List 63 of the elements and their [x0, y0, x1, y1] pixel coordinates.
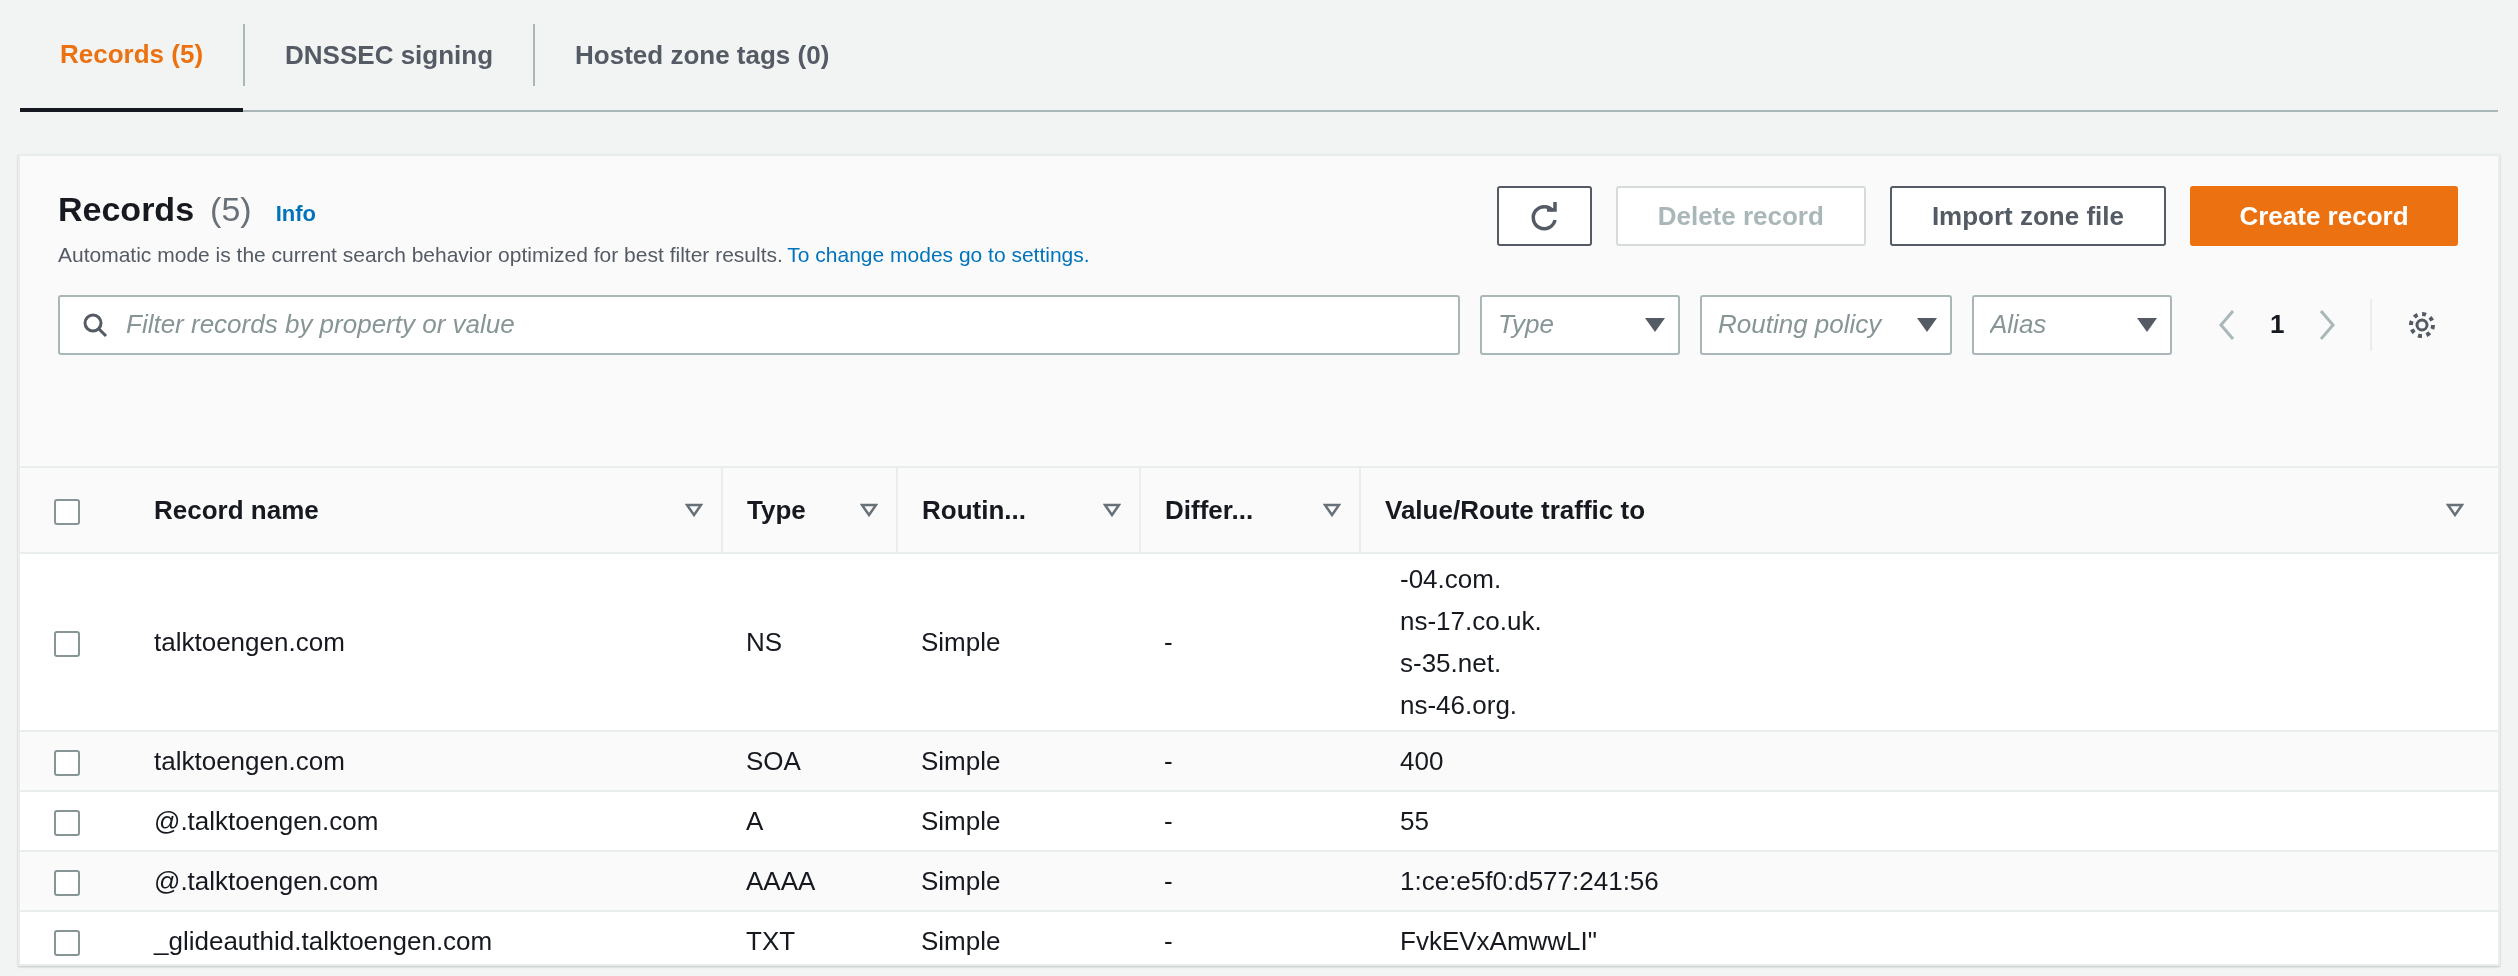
sort-icon[interactable]	[685, 503, 703, 517]
column-header[interactable]: Differ...	[1165, 490, 1254, 530]
caret-icon	[2136, 316, 2158, 333]
filter-dropdown[interactable]: Routing policy	[1700, 294, 1952, 355]
row-checkbox[interactable]	[54, 929, 80, 956]
table-cell: -	[1164, 745, 1173, 776]
column-header[interactable]: Record name	[154, 490, 319, 530]
sort-icon[interactable]	[1103, 503, 1121, 517]
table-cell-text: ns-46.org.	[1400, 689, 1519, 722]
table-cell: Simple	[921, 805, 1001, 836]
table-cell: Simple	[921, 865, 1001, 896]
table-cell: SOA	[746, 745, 801, 776]
column-header[interactable]: Routin...	[922, 490, 1026, 530]
table-cell-text: ns-17.co.uk.	[1400, 605, 1543, 638]
caret-icon	[1644, 316, 1666, 333]
table-cell: -	[1164, 865, 1173, 896]
page-number[interactable]: 1	[2270, 305, 2285, 344]
column-header[interactable]: Type	[747, 490, 806, 530]
tab[interactable]: DNSSEC signing	[245, 0, 534, 110]
caret-icon	[1916, 316, 1938, 333]
filter-dropdown[interactable]: Type	[1480, 294, 1680, 355]
table-cell-text: 1:ce:e5f0:d577:241:56	[1400, 865, 1660, 898]
table-cell: @.talktoengen.com	[154, 805, 379, 836]
table-cell: Simple	[921, 626, 1001, 657]
search-field[interactable]: Filter records by property or value	[58, 294, 1460, 355]
table-cell-text: -04.com.	[1400, 563, 1503, 596]
column-header[interactable]: Value/Route traffic to	[1385, 490, 1646, 530]
table-cell: talktoengen.com	[154, 745, 345, 776]
table-cell-text: 400	[1400, 745, 1445, 778]
table-cell: -	[1164, 626, 1173, 657]
previous-page-icon[interactable]	[2218, 308, 2236, 341]
table-cell-text: FvkEVxAmwwLI"	[1400, 925, 1599, 958]
table-cell-text: 55	[1400, 805, 1430, 838]
info-link[interactable]: Info	[275, 197, 316, 230]
description-text: Automatic mode is the current search behavior optimized for best filter results.	[58, 243, 783, 266]
table-cell: _glideauthid.talktoengen.com	[154, 925, 493, 956]
table-cell: NS	[746, 626, 783, 657]
row-checkbox[interactable]	[54, 869, 80, 896]
row-checkbox[interactable]	[54, 630, 80, 657]
record-count: (5)	[210, 189, 252, 230]
action-button[interactable]: Import zone file	[1889, 186, 2166, 246]
sort-icon[interactable]	[2446, 503, 2464, 517]
sort-icon[interactable]	[860, 503, 878, 517]
table-cell: AAAA	[746, 865, 816, 896]
row-checkbox[interactable]	[54, 809, 80, 836]
search-icon	[82, 311, 108, 338]
settings-link[interactable]: To change modes go to settings.	[787, 243, 1090, 266]
tab[interactable]: Hosted zone tags (0)	[535, 0, 870, 110]
table-cell: talktoengen.com	[154, 626, 345, 657]
table-cell: Simple	[921, 745, 1001, 776]
table-cell: @.talktoengen.com	[154, 865, 379, 896]
table-cell: TXT	[746, 925, 796, 956]
table-cell: A	[746, 805, 764, 836]
table-cell: -	[1164, 805, 1173, 836]
refresh-button[interactable]	[1496, 186, 1592, 246]
table-cell: Simple	[921, 925, 1001, 956]
table-cell-text: s-35.net.	[1400, 647, 1503, 680]
row-checkbox[interactable]	[54, 749, 80, 776]
sort-icon[interactable]	[1323, 503, 1341, 517]
panel-title: Records	[58, 189, 195, 230]
next-page-icon[interactable]	[2318, 308, 2337, 341]
table-cell: -	[1164, 925, 1173, 956]
select-all-checkbox[interactable]	[54, 498, 80, 525]
